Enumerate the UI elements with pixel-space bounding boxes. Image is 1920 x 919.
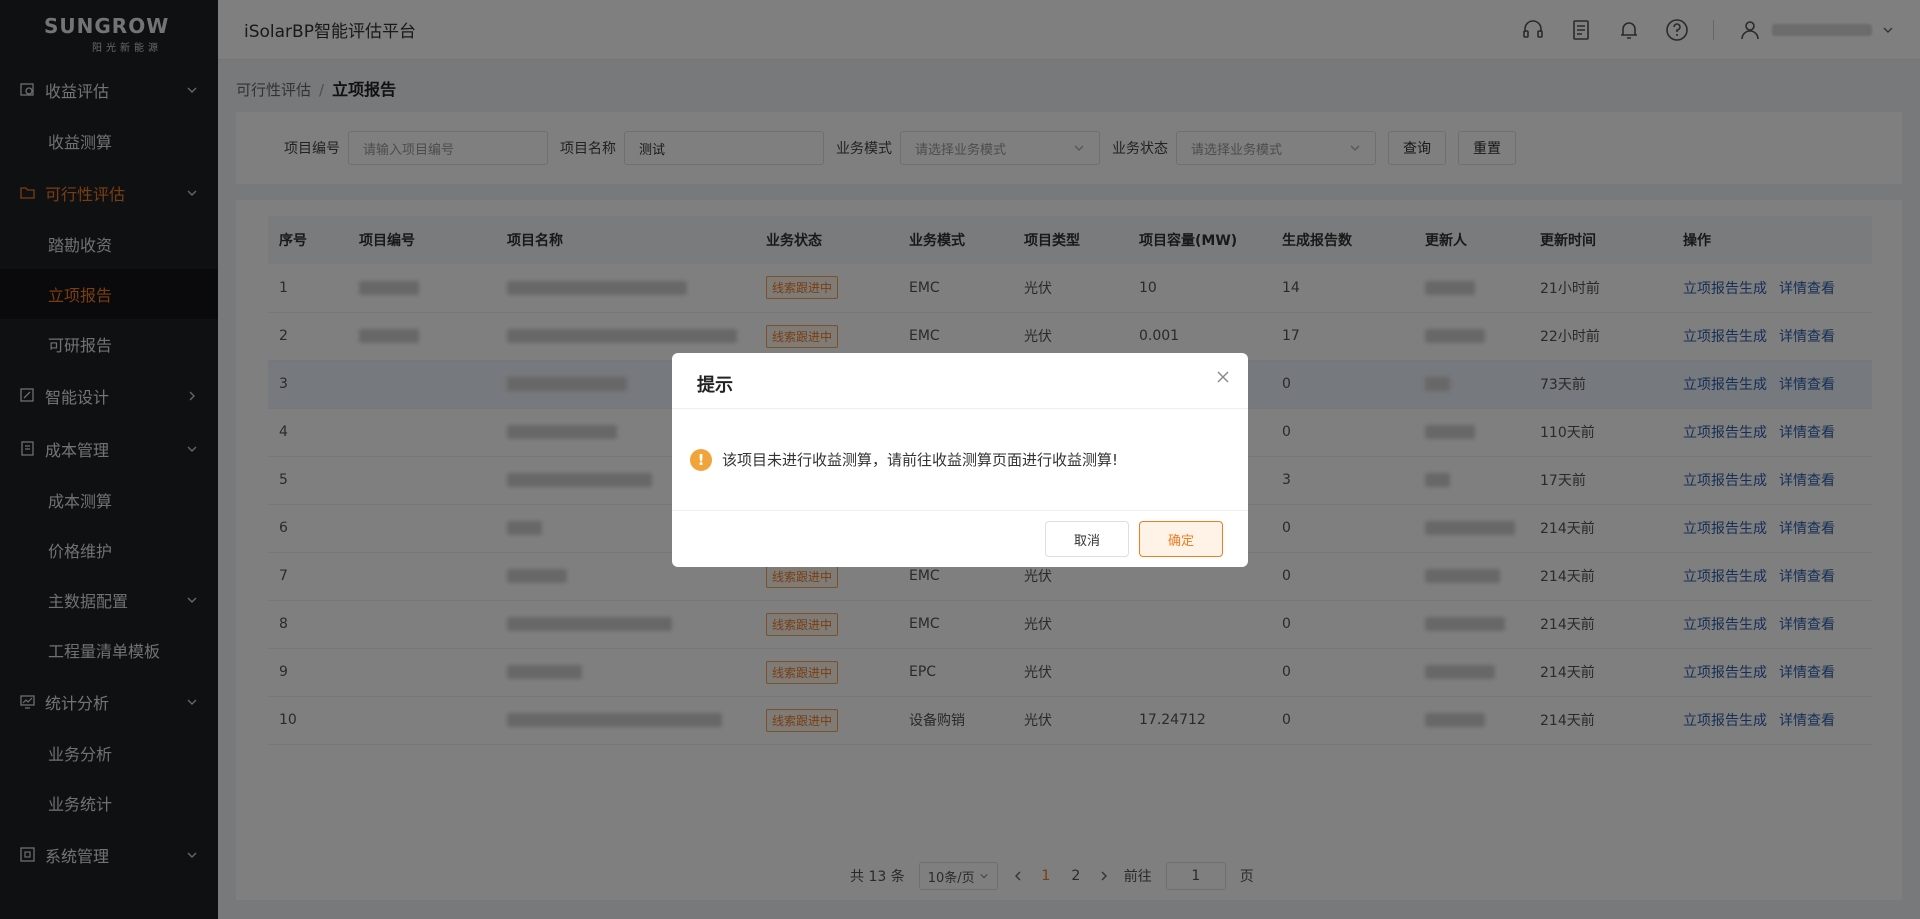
alert-dialog: 提示 ! 该项目未进行收益测算，请前往收益测算页面进行收益测算! 取消 确定	[672, 353, 1248, 567]
dialog-body: ! 该项目未进行收益测算，请前往收益测算页面进行收益测算!	[672, 409, 1248, 511]
warning-icon: !	[690, 448, 712, 471]
dialog-message: 该项目未进行收益测算，请前往收益测算页面进行收益测算!	[722, 451, 1119, 469]
dialog-title: 提示	[672, 353, 1248, 409]
cancel-button[interactable]: 取消	[1044, 521, 1129, 557]
confirm-button[interactable]: 确定	[1138, 521, 1223, 557]
dialog-footer: 取消 确定	[672, 511, 1248, 567]
close-icon[interactable]	[1216, 370, 1230, 384]
